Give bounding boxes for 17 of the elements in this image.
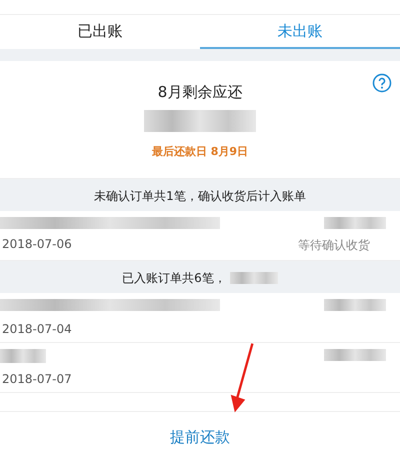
order-date: 2018-07-06 <box>1 237 72 253</box>
summary-title: 8月剩余应还 <box>158 83 242 102</box>
order-row[interactable]: 2018-07-04 <box>0 293 400 343</box>
help-icon[interactable] <box>372 73 392 93</box>
redacted-text <box>230 272 278 284</box>
order-row[interactable]: 2018-07-07 <box>0 343 400 393</box>
redacted-text <box>324 299 386 311</box>
order-status: 等待确认收货 <box>298 237 370 254</box>
redacted-text <box>0 349 46 363</box>
order-date: 2018-07-04 <box>1 322 72 336</box>
section-title: 已入账订单共6笔， <box>122 270 226 286</box>
due-date: 最后还款日 8月9日 <box>152 144 248 159</box>
redacted-text <box>324 349 386 361</box>
order-date: 2018-07-07 <box>1 372 72 386</box>
redacted-text <box>324 217 386 229</box>
order-row[interactable]: 2018-07-06 等待确认收货 <box>0 211 400 261</box>
section-title: 未确认订单共1笔，确认收货后计入账单 <box>94 188 306 204</box>
